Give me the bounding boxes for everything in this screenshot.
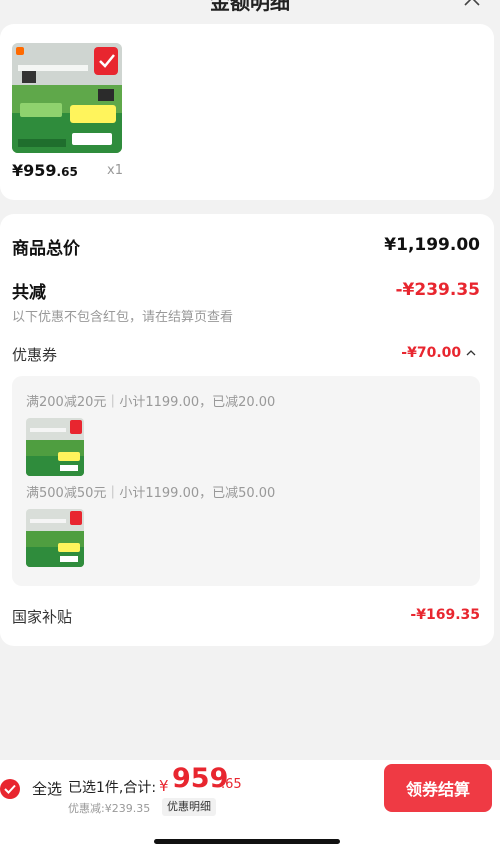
selected-summary: 已选1件,合计: xyxy=(68,780,157,796)
panel-header: 金额明细 xyxy=(0,0,500,14)
home-indicator xyxy=(154,839,340,844)
subsidy-value: -¥169.35 xyxy=(410,607,480,623)
coupon-product-thumbnail xyxy=(26,418,84,476)
coupon-line: 满200减20元｜小计1199.00，已减20.00 xyxy=(26,395,276,410)
total-currency: ¥ xyxy=(159,777,169,795)
reduction-label: 共减 xyxy=(12,283,46,303)
check-icon xyxy=(4,784,16,794)
discount-summary: 优惠减:¥239.35 xyxy=(68,802,151,815)
discount-detail-button[interactable]: 优惠明细 xyxy=(162,798,216,816)
panel-title: 金额明细 xyxy=(210,0,290,14)
total-amount-dec: .65 xyxy=(221,777,242,792)
coupon-label: 优惠券 xyxy=(12,346,58,364)
product-price: ¥959.65 xyxy=(12,161,78,180)
checkout-bar: 全选 已选1件,合计: ¥ 959 .65 优惠减:¥239.35 优惠明细 领… xyxy=(0,760,500,844)
total-amount-int: 959 xyxy=(172,763,229,794)
total-price-label: 商品总价 xyxy=(12,239,80,259)
product-card: ¥959.65 x1 xyxy=(0,24,494,200)
product-price-dec: .65 xyxy=(56,165,78,179)
product-image[interactable] xyxy=(12,43,122,153)
select-all-checkbox[interactable] xyxy=(0,779,20,799)
total-price-value: ¥1,199.00 xyxy=(384,235,480,255)
coupon-value: -¥70.00 xyxy=(401,345,462,361)
close-icon[interactable] xyxy=(462,0,482,8)
reduction-value: -¥239.35 xyxy=(395,280,481,300)
product-price-int: ¥959 xyxy=(12,161,57,180)
coupon-line: 满500减50元｜小计1199.00，已减50.00 xyxy=(26,486,276,501)
subsidy-label: 国家补贴 xyxy=(12,608,73,626)
coupon-detail-box: 满200减20元｜小计1199.00，已减20.00 满500减50元｜小计11… xyxy=(12,376,480,586)
checkout-button[interactable]: 领券结算 xyxy=(384,764,492,812)
coupon-product-thumbnail xyxy=(26,509,84,567)
product-quantity: x1 xyxy=(107,163,123,178)
price-detail-card: 商品总价 ¥1,199.00 共减 -¥239.35 以下优惠不包含红包，请在结… xyxy=(0,214,494,646)
select-all-label[interactable]: 全选 xyxy=(32,778,62,799)
reduction-note: 以下优惠不包含红包，请在结算页查看 xyxy=(12,310,234,325)
chevron-up-icon xyxy=(466,350,476,356)
coupon-toggle[interactable]: -¥70.00 xyxy=(401,345,476,361)
